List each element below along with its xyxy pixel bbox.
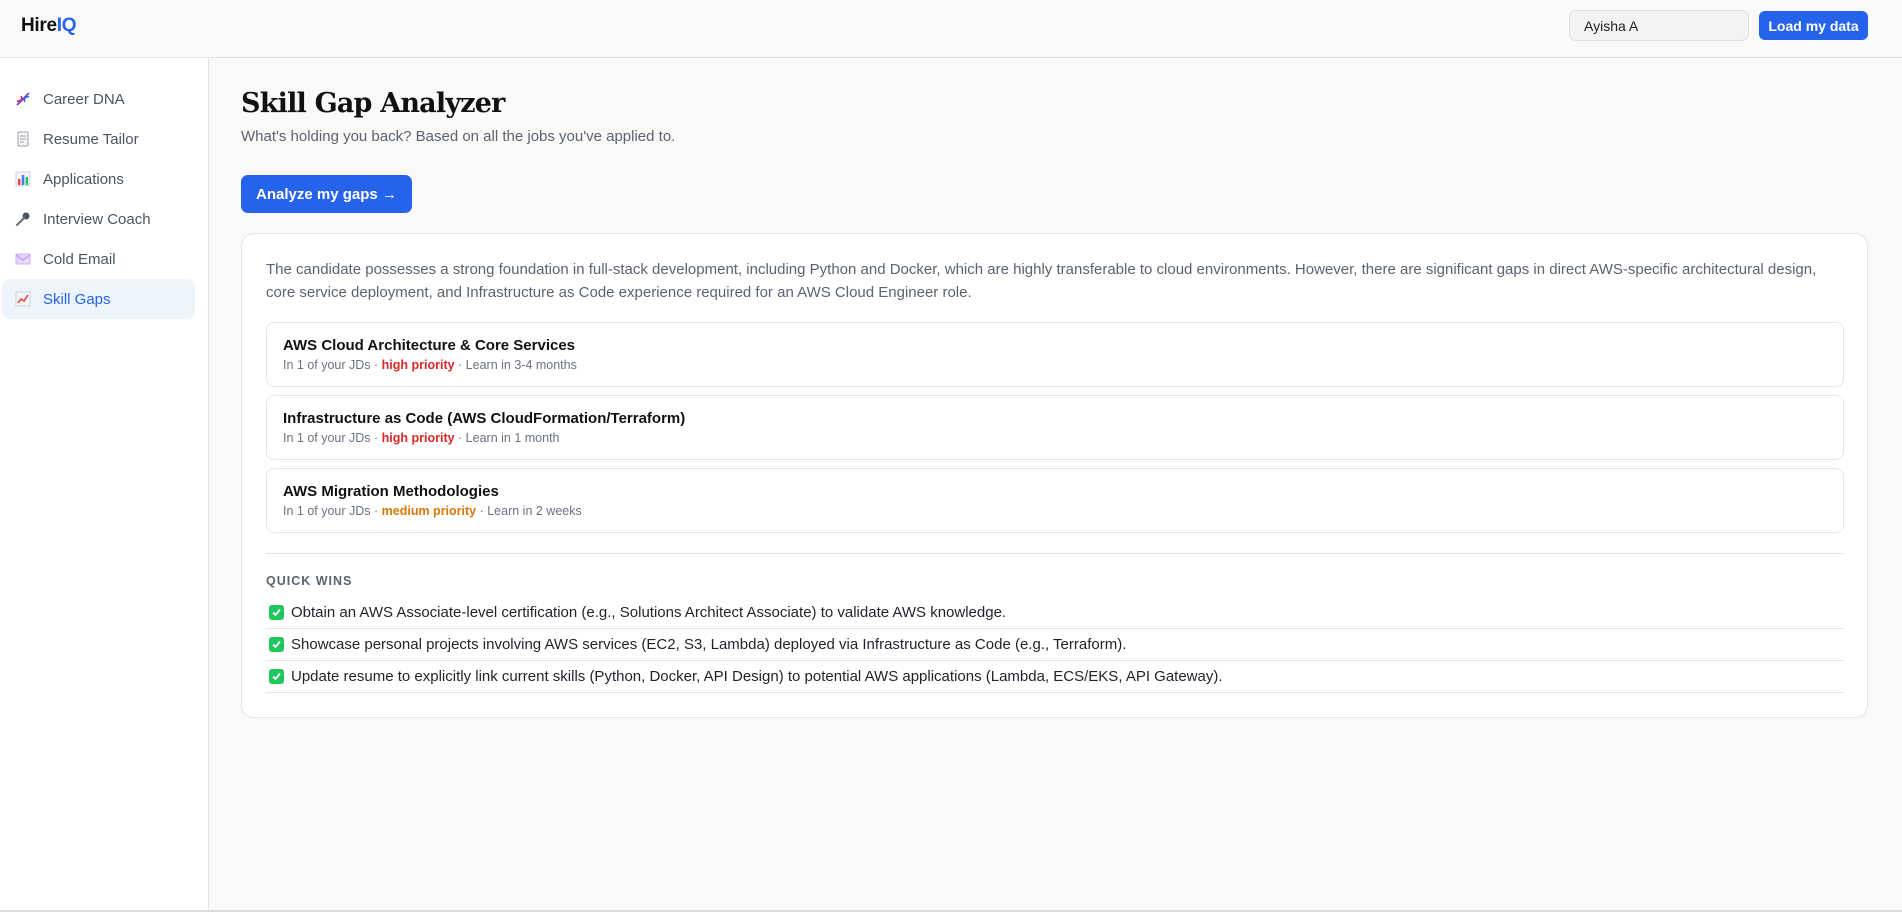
sidebar-item-label: Cold Email [43,250,116,268]
gap-meta: In 1 of your JDs · medium priority · Lea… [283,504,582,518]
gap-learn-time: · Learn in 1 month [454,431,560,445]
check-icon [269,637,284,652]
top-bar: HireIQ Load my data [0,0,1902,58]
quick-win-item: Obtain an AWS Associate-level certificat… [266,597,1844,629]
sidebar: Career DNA Resume Tailor Applications In… [0,58,209,912]
gap-meta: In 1 of your JDs · high priority · Learn… [283,431,560,445]
sidebar-item-label: Resume Tailor [43,130,139,148]
results-card: The candidate possesses a strong foundat… [241,233,1868,718]
envelope-icon [15,251,31,267]
gap-meta: In 1 of your JDs · high priority · Learn… [283,358,577,372]
microphone-icon [15,211,31,227]
priority-badge: high priority [381,358,455,372]
gap-item: AWS Cloud Architecture & Core Services I… [266,322,1844,387]
gap-title: AWS Migration Methodologies [283,483,499,500]
sidebar-item-cold-email[interactable]: Cold Email [2,239,195,279]
sidebar-item-label: Interview Coach [43,210,151,228]
trend-chart-icon [15,291,31,307]
gap-item: Infrastructure as Code (AWS CloudFormati… [266,395,1844,460]
sidebar-item-label: Career DNA [43,90,125,108]
quick-win-text: Update resume to explicitly link current… [291,668,1223,685]
document-icon [15,131,31,147]
priority-badge: medium priority [381,504,477,518]
sidebar-item-applications[interactable]: Applications [2,159,195,199]
gap-title: AWS Cloud Architecture & Core Services [283,337,576,354]
quick-win-text: Obtain an AWS Associate-level certificat… [291,604,1007,621]
gap-jd-count: In 1 of your JDs · [283,431,382,445]
gap-item: AWS Migration Methodologies In 1 of your… [266,468,1844,533]
quick-wins-heading: QUICK WINS [266,574,353,588]
quick-win-text: Showcase personal projects involving AWS… [291,636,1127,653]
gap-learn-time: · Learn in 2 weeks [476,504,582,518]
quick-win-item: Update resume to explicitly link current… [266,661,1844,693]
page-title: Skill Gap Analyzer [241,88,505,119]
sidebar-item-career-dna[interactable]: Career DNA [2,79,195,119]
user-name-input[interactable] [1569,10,1749,41]
priority-badge: high priority [381,431,455,445]
sidebar-item-skill-gaps[interactable]: Skill Gaps [2,279,195,319]
dna-icon [15,91,31,107]
sidebar-item-resume-tailor[interactable]: Resume Tailor [2,119,195,159]
gap-title: Infrastructure as Code (AWS CloudFormati… [283,410,686,427]
logo-main: Hire [21,15,57,36]
page-subtitle: What's holding you back? Based on all th… [241,128,676,145]
check-icon [269,605,284,620]
sidebar-item-label: Applications [43,170,124,188]
load-data-button[interactable]: Load my data [1759,11,1868,40]
sidebar-item-label: Skill Gaps [43,290,111,308]
gap-summary: The candidate possesses a strong foundat… [266,261,1817,301]
section-divider [266,553,1844,554]
quick-win-item: Showcase personal projects involving AWS… [266,629,1844,661]
check-icon [269,669,284,684]
gap-jd-count: In 1 of your JDs · [283,504,382,518]
app-logo[interactable]: HireIQ [21,15,77,37]
gap-learn-time: · Learn in 3-4 months [454,358,577,372]
gap-jd-count: In 1 of your JDs · [283,358,382,372]
sidebar-item-interview-coach[interactable]: Interview Coach [2,199,195,239]
analyze-gaps-button[interactable]: Analyze my gaps → [241,175,412,213]
logo-accent: IQ [56,15,77,36]
bar-chart-icon [15,171,31,187]
